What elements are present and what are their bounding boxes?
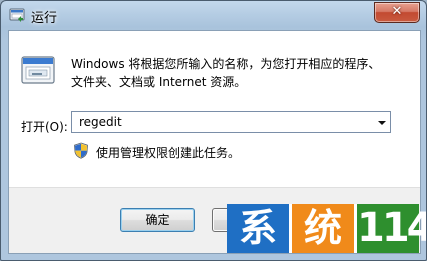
window-title: 运行 <box>31 11 58 26</box>
admin-rights-note: 使用管理权限创建此任务。 <box>96 146 241 160</box>
run-app-icon <box>9 8 25 22</box>
dropdown-arrow-icon[interactable] <box>378 121 386 125</box>
watermark-char-2: 统 <box>292 204 354 253</box>
command-input[interactable]: regedit <box>79 115 122 129</box>
command-combobox[interactable]: regedit <box>71 111 391 133</box>
site-watermark-logo: 系 统 114 <box>227 204 427 253</box>
watermark-char-1: 系 <box>227 204 289 253</box>
watermark-number: 114 <box>357 204 427 253</box>
close-button[interactable]: ✕ <box>374 2 420 23</box>
open-label: 打开(O): <box>21 120 68 134</box>
dialog-description: Windows 将根据您所输入的名称，为您打开相应的程序、文件夹、文档或 Int… <box>71 57 381 89</box>
run-dialog-window: 运行 ✕ Windows 将根据您所输入的名称，为您打开相应的程序、文件夹、文档… <box>0 0 427 261</box>
run-program-icon <box>21 56 55 84</box>
title-bar[interactable]: 运行 ✕ <box>1 1 426 29</box>
close-icon: ✕ <box>391 4 403 19</box>
ok-button[interactable]: 确定 <box>120 208 195 232</box>
uac-shield-icon <box>74 142 88 159</box>
